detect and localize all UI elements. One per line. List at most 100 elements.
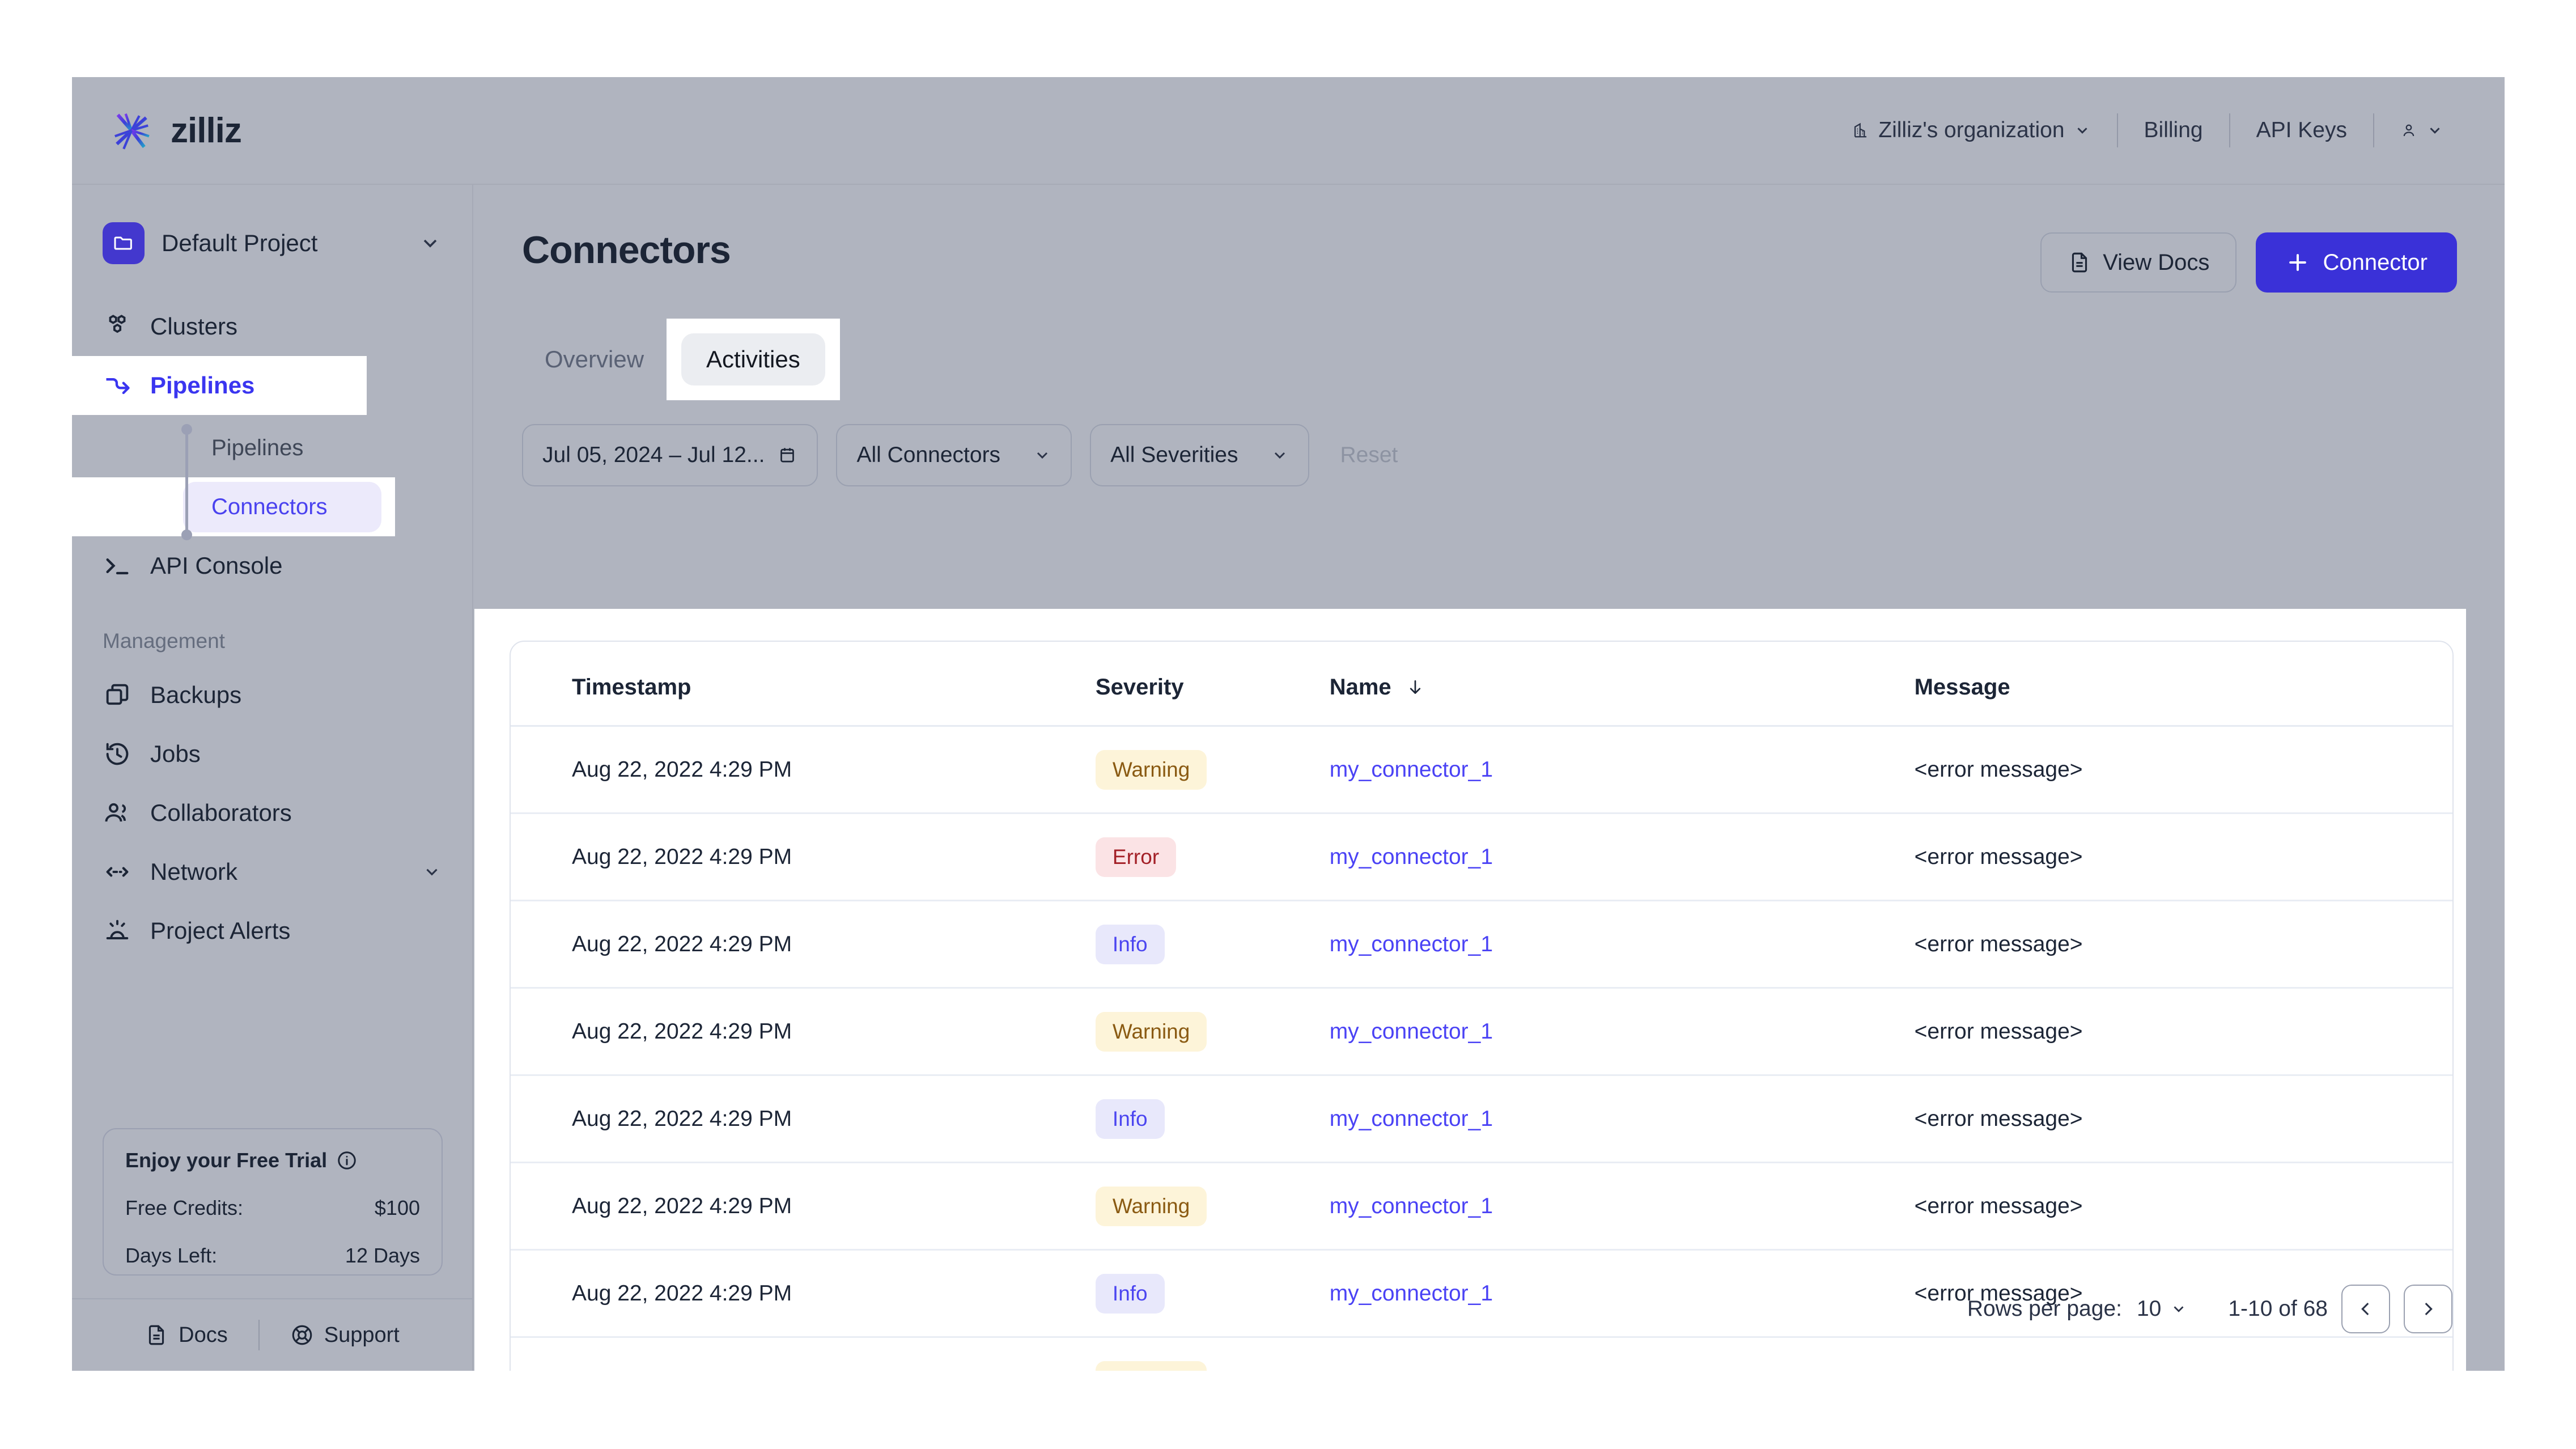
sidebar-item-backups[interactable]: Backups — [72, 666, 472, 724]
sidebar-section-management: Management — [103, 629, 225, 653]
trial-title-text: Enjoy your Free Trial — [125, 1149, 328, 1172]
rows-per-page-select[interactable]: 10 — [2137, 1297, 2187, 1321]
connector-link[interactable]: my_connector_1 — [1330, 1019, 1493, 1044]
cell-name: my_connector_1 — [1329, 988, 1915, 1076]
view-docs-button[interactable]: View Docs — [2040, 232, 2237, 293]
connector-link[interactable]: my_connector_1 — [1330, 757, 1493, 782]
support-link[interactable]: Support — [260, 1323, 430, 1348]
sidebar-item-label: Collaborators — [150, 799, 292, 826]
sidebar-item-label: Project Alerts — [150, 917, 291, 944]
cell-severity: Info — [1095, 1249, 1330, 1338]
tab-bar: Overview Activities — [522, 319, 2505, 400]
connector-link[interactable]: my_connector_1 — [1330, 932, 1493, 956]
sidebar-item-clusters[interactable]: Clusters — [72, 297, 472, 356]
column-header-message[interactable]: Message — [1914, 642, 2452, 727]
date-range-filter[interactable]: Jul 05, 2024 – Jul 12... — [522, 424, 818, 486]
chevron-down-icon — [2430, 128, 2440, 134]
brand-name: zilliz — [171, 111, 242, 150]
org-switcher[interactable]: Zilliz's organization — [1826, 118, 2116, 143]
view-docs-label: View Docs — [2103, 249, 2210, 275]
api-keys-link[interactable]: API Keys — [2230, 118, 2373, 143]
severity-filter[interactable]: All Severities — [1090, 424, 1310, 486]
sidebar-item-pipelines[interactable]: Pipelines — [72, 356, 367, 415]
chevron-down-icon — [426, 868, 438, 876]
brand-logo[interactable]: zilliz — [107, 106, 242, 155]
sidebar-item-jobs[interactable]: Jobs — [72, 724, 472, 783]
sidebar-item-label: Network — [150, 858, 238, 885]
filter-bar: Jul 05, 2024 – Jul 12... All Connectors … — [522, 424, 2505, 486]
sidebar-subitem-pipelines[interactable]: Pipelines — [72, 418, 472, 477]
cell-message: <error message> — [1914, 813, 2452, 901]
cell-name: my_connector_1 — [1329, 900, 1915, 989]
table-body: Aug 22, 2022 4:29 PM Warning my_connector_… — [511, 726, 2452, 1371]
support-label: Support — [324, 1323, 400, 1347]
sidebar-item-label: Clusters — [150, 313, 238, 340]
column-header-timestamp[interactable]: Timestamp — [511, 642, 1096, 727]
org-name: Zilliz's organization — [1878, 118, 2065, 142]
arrow-down-icon — [1410, 680, 1420, 694]
trial-credits-label: Free Credits: — [125, 1196, 244, 1219]
connector-filter-value: All Connectors — [856, 443, 1001, 467]
chevron-down-icon — [2174, 1306, 2184, 1312]
sidebar-nav: Clusters Pipelines Pipelines Connectors … — [72, 297, 472, 960]
reset-filters-button[interactable]: Reset — [1327, 443, 1410, 468]
sidebar-item-project-alerts[interactable]: Project Alerts — [72, 901, 472, 960]
plus-icon — [2289, 254, 2307, 271]
alert-beacon-icon — [106, 920, 129, 939]
previous-page-button[interactable] — [2341, 1285, 2390, 1333]
status-badge: Error — [1095, 837, 1177, 877]
sidebar: Default Project Clusters Pipelines Pipel… — [72, 185, 473, 1371]
connector-link[interactable]: my_connector_1 — [1330, 1281, 1493, 1306]
tab-label: Overview — [545, 346, 644, 372]
sidebar-item-network[interactable]: Network — [72, 842, 472, 901]
folder-icon — [103, 222, 145, 264]
account-menu[interactable] — [2374, 122, 2469, 139]
free-trial-card: Enjoy your Free Trial Free Credits: $100… — [103, 1128, 443, 1276]
project-selector[interactable]: Default Project — [103, 217, 442, 270]
add-connector-button[interactable]: Connector — [2256, 232, 2457, 293]
add-connector-label: Connector — [2323, 249, 2428, 275]
sidebar-subitem-label: Connectors — [211, 494, 328, 519]
connector-link[interactable]: my_connector_1 — [1330, 1194, 1493, 1218]
project-name: Default Project — [162, 230, 318, 256]
app-window: zilliz Zilliz's organization Billing API… — [72, 77, 2505, 1371]
docs-link[interactable]: Docs — [114, 1323, 258, 1348]
cell-timestamp: Aug 22, 2022 4:29 PM — [511, 813, 1096, 901]
connector-link[interactable]: my_connector_1 — [1330, 1107, 1493, 1131]
column-header-severity[interactable]: Severity — [1095, 642, 1330, 727]
sidebar-item-api-console[interactable]: API Console — [72, 536, 472, 595]
date-range-value: Jul 05, 2024 – Jul 12... — [542, 443, 765, 467]
cell-severity: Warning — [1095, 988, 1330, 1076]
sidebar-subitem-connectors[interactable]: Connectors — [72, 477, 395, 536]
building-icon — [1854, 122, 1867, 138]
tab-overview[interactable]: Overview — [522, 337, 667, 382]
honeycomb-icon — [109, 315, 126, 333]
chevron-down-icon — [423, 239, 437, 248]
info-circle-icon[interactable] — [336, 1150, 358, 1171]
status-badge: Warning — [1095, 1186, 1207, 1226]
cell-timestamp: Aug 22, 2022 4:29 PM — [511, 1249, 1096, 1338]
cell-timestamp: Aug 22, 2022 4:29 PM — [511, 1162, 1096, 1251]
connector-link[interactable]: my_connector_1 — [1330, 1368, 1493, 1371]
table-row: Aug 22, 2022 4:29 PMWarning my_connector_… — [511, 1337, 2452, 1371]
sidebar-item-label: Pipelines — [150, 372, 255, 399]
next-page-button[interactable] — [2404, 1285, 2452, 1333]
subnav-tree-line — [185, 429, 188, 534]
billing-link[interactable]: Billing — [2118, 118, 2229, 143]
tab-activities[interactable]: Activities — [667, 319, 840, 400]
cell-name: my_connector_1 — [1329, 1162, 1915, 1251]
chevron-left-icon — [2361, 1302, 2369, 1316]
sidebar-item-label: Jobs — [150, 740, 201, 767]
column-header-name[interactable]: Name — [1329, 642, 1915, 727]
copy-icon — [106, 684, 129, 705]
rows-per-page-value: 10 — [2136, 1297, 2162, 1321]
activities-table-card: Timestamp Severity Name Message Aug 22, — [510, 641, 2454, 1371]
connector-link[interactable]: my_connector_1 — [1330, 845, 1493, 869]
connector-filter[interactable]: All Connectors — [836, 424, 1072, 486]
document-icon — [2072, 252, 2087, 273]
sidebar-item-collaborators[interactable]: Collaborators — [72, 783, 472, 842]
page-header: Connectors View Docs Connector — [474, 185, 2505, 293]
sidebar-subitem-label: Pipelines — [211, 435, 304, 460]
table-row: Aug 22, 2022 4:29 PMWarning my_connector_… — [511, 726, 2452, 814]
status-badge: Warning — [1095, 1011, 1207, 1052]
